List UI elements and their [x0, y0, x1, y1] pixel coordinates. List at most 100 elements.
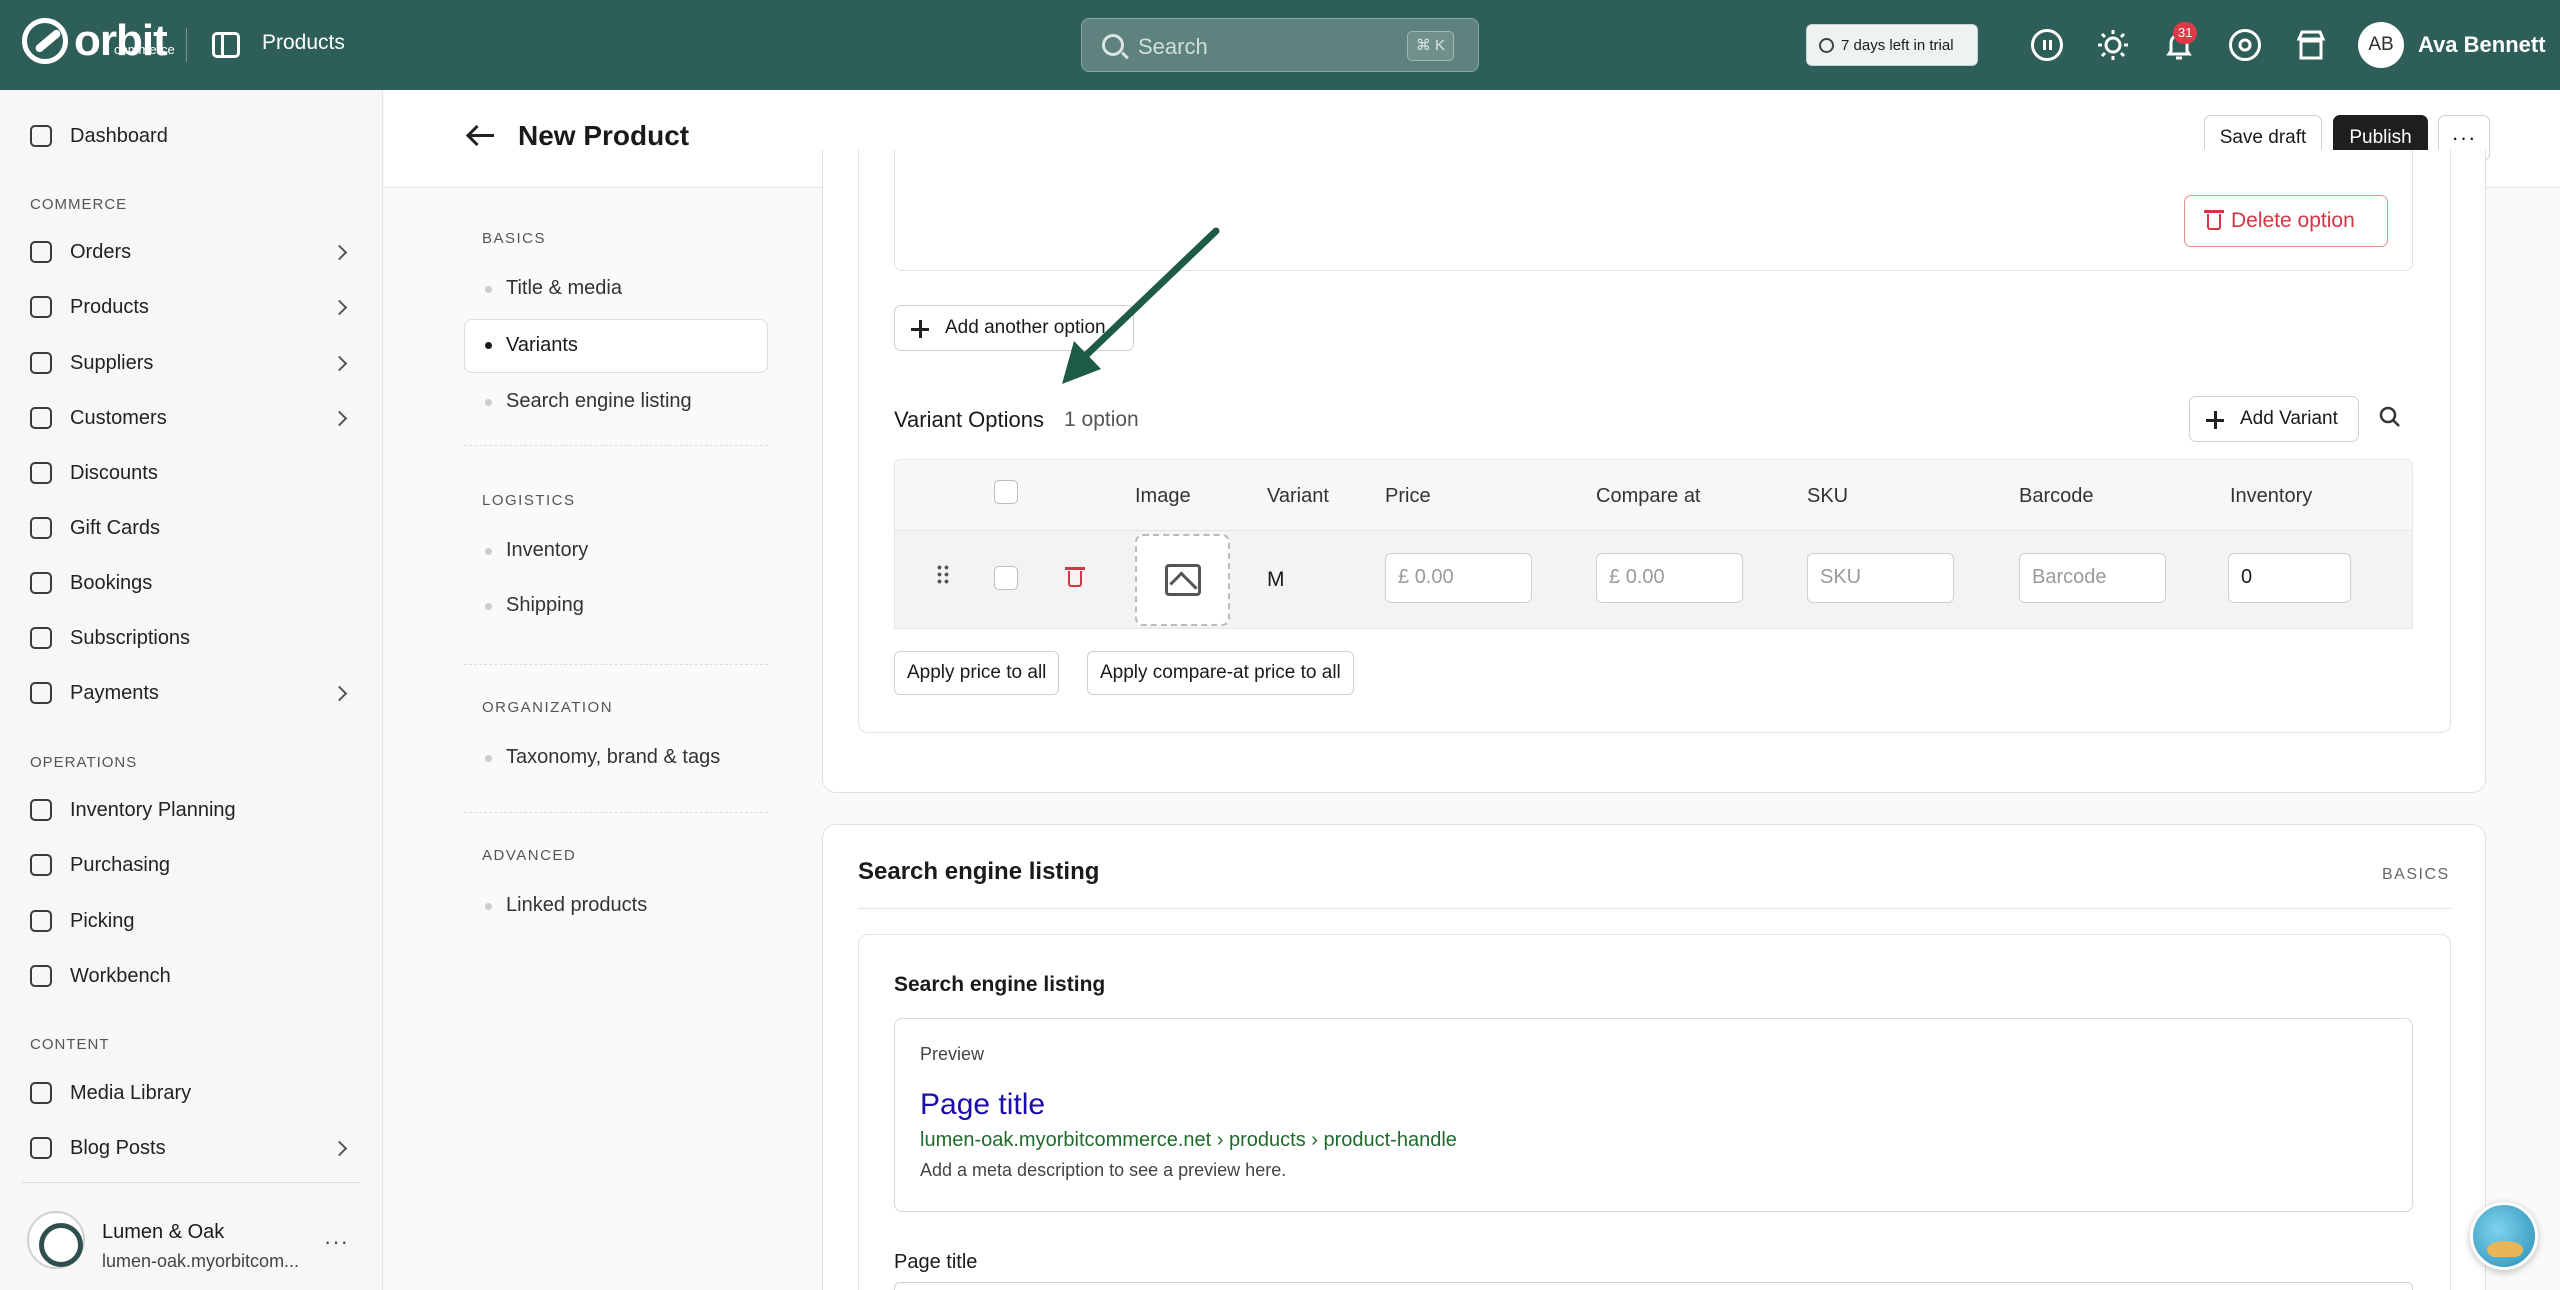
- variant-name: M: [1267, 568, 1285, 591]
- chevron-right-icon: [331, 1140, 348, 1156]
- currency-symbol: £: [1398, 566, 1410, 588]
- section-nav-title-media[interactable]: Title & media: [506, 277, 622, 300]
- price-input[interactable]: £ 0.00: [1385, 553, 1532, 603]
- page-title-input[interactable]: [894, 1282, 2413, 1290]
- orbit-logo[interactable]: orbit: [22, 18, 168, 64]
- ai-assistant-icon[interactable]: [2031, 29, 2063, 61]
- page-title: New Product: [518, 120, 690, 151]
- sku-input[interactable]: SKU: [1807, 553, 1954, 603]
- sidebar-item-label: Workbench: [70, 964, 171, 987]
- more-icon: ···: [2451, 125, 2477, 150]
- sidebar-item-discounts[interactable]: Discounts: [0, 448, 383, 498]
- delete-option-button[interactable]: Delete option: [2184, 195, 2388, 247]
- storefront-icon: [2296, 30, 2326, 60]
- trial-badge[interactable]: 7 days left in trial: [1806, 24, 1978, 66]
- plus-icon: [2206, 411, 2224, 429]
- workbench-icon: [30, 965, 52, 987]
- back-arrow-icon[interactable]: [470, 134, 494, 137]
- top-bar: orbit commerce Products Search ⌘ K 7 day…: [0, 0, 2560, 90]
- chevron-right-icon: [331, 410, 348, 426]
- store-icon[interactable]: [2295, 29, 2327, 61]
- sidebar-item-suppliers[interactable]: Suppliers: [0, 338, 383, 388]
- sidebar-item-workbench[interactable]: Workbench: [0, 951, 383, 1001]
- section-nav-inventory[interactable]: Inventory: [506, 539, 588, 562]
- store-url: lumen-oak.myorbitcom...: [102, 1251, 300, 1271]
- sidebar-item-label: Payments: [70, 681, 159, 704]
- sidebar-section-operations: OPERATIONS: [30, 754, 138, 771]
- apply-price-to-all-button[interactable]: Apply price to all: [894, 651, 1060, 695]
- sidebar-item-gift-cards[interactable]: Gift Cards: [0, 503, 383, 553]
- chat-widget-button[interactable]: [2470, 1202, 2538, 1270]
- chevron-right-icon: [331, 299, 348, 315]
- divider: [858, 908, 2451, 909]
- section-nav-variants[interactable]: Variants: [506, 334, 578, 357]
- seo-preview: Preview Page title lumen-oak.myorbitcomm…: [894, 1018, 2413, 1212]
- sidebar-item-bookings[interactable]: Bookings: [0, 558, 383, 608]
- chevron-right-icon: [331, 355, 348, 371]
- price-placeholder: 0.00: [1414, 566, 1454, 588]
- sidebar-item-label: Picking: [70, 909, 135, 932]
- sidebar-item-payments[interactable]: Payments: [0, 668, 383, 718]
- trash-icon: [2204, 210, 2224, 230]
- sidebar-item-label: Inventory Planning: [70, 798, 236, 821]
- column-header-inventory: Inventory: [2230, 485, 2313, 507]
- sidebar-item-label: Orders: [70, 240, 132, 263]
- row-checkbox[interactable]: [994, 566, 1018, 590]
- image-icon: [30, 1082, 52, 1104]
- sidebar-item-label: Customers: [70, 406, 167, 429]
- sidebar-item-subscriptions[interactable]: Subscriptions: [0, 613, 383, 663]
- sidebar-item-dashboard[interactable]: Dashboard: [0, 111, 383, 161]
- add-another-option-button[interactable]: Add another option: [894, 305, 1134, 351]
- apply-compare-at-to-all-button[interactable]: Apply compare-at price to all: [1087, 651, 1354, 695]
- search-input[interactable]: Search ⌘ K: [1081, 18, 1479, 72]
- sidebar-toggle-icon[interactable]: [212, 32, 240, 58]
- divider: [464, 445, 768, 446]
- add-variant-label: Add Variant: [2240, 408, 2338, 429]
- sidebar-item-label: Media Library: [70, 1081, 192, 1104]
- sidebar-item-label: Dashboard: [70, 124, 168, 147]
- section-nav-seo[interactable]: Search engine listing: [506, 390, 692, 413]
- currency-symbol: £: [1609, 566, 1621, 588]
- calendar-icon: [30, 572, 52, 594]
- avatar[interactable]: AB: [2358, 22, 2404, 68]
- section-nav-linked-products[interactable]: Linked products: [506, 894, 647, 917]
- section-nav-shipping[interactable]: Shipping: [506, 594, 584, 617]
- more-icon[interactable]: ···: [324, 1229, 349, 1255]
- preview-label: Preview: [920, 1044, 985, 1064]
- brand-subtitle: commerce: [114, 42, 175, 57]
- sidebar-item-media-library[interactable]: Media Library: [0, 1068, 383, 1118]
- dashboard-icon: [30, 125, 52, 147]
- user-name[interactable]: Ava Bennett: [2418, 32, 2546, 58]
- sidebar-item-label: Blog Posts: [70, 1136, 166, 1159]
- orbit-logo-icon: [22, 18, 68, 64]
- select-all-checkbox[interactable]: [994, 480, 1018, 504]
- search-icon: [2379, 406, 2400, 427]
- inventory-input[interactable]: 0: [2228, 553, 2351, 603]
- variants-table-header: Image Variant Price Compare at SKU Barco…: [894, 459, 2413, 531]
- sidebar-item-blog-posts[interactable]: Blog Posts: [0, 1123, 383, 1173]
- sidebar-item-purchasing[interactable]: Purchasing: [0, 840, 383, 890]
- delete-option-label: Delete option: [2231, 209, 2355, 232]
- add-variant-button[interactable]: Add Variant: [2189, 396, 2359, 442]
- sidebar-item-picking[interactable]: Picking: [0, 896, 383, 946]
- sidebar-item-orders[interactable]: Orders: [0, 227, 383, 277]
- theme-toggle-icon[interactable]: [2097, 29, 2129, 61]
- column-header-variant: Variant: [1267, 485, 1329, 507]
- barcode-input[interactable]: Barcode: [2019, 553, 2166, 603]
- help-icon[interactable]: [2229, 29, 2261, 61]
- variant-image-dropzone[interactable]: [1135, 534, 1230, 626]
- compare-at-input[interactable]: £ 0.00: [1596, 553, 1743, 603]
- section-nav-heading: LOGISTICS: [482, 492, 576, 509]
- subscriptions-icon: [30, 627, 52, 649]
- section-nav-taxonomy[interactable]: Taxonomy, brand & tags: [506, 746, 720, 769]
- sidebar-item-products[interactable]: Products: [0, 282, 383, 332]
- sidebar-item-inventory-planning[interactable]: Inventory Planning: [0, 785, 383, 835]
- sidebar-item-customers[interactable]: Customers: [0, 393, 383, 443]
- compare-at-placeholder: 0.00: [1625, 566, 1665, 588]
- store-switcher[interactable]: Lumen & Oak lumen-oak.myorbitcom... ···: [22, 1182, 360, 1290]
- breadcrumb-title: Products: [262, 31, 345, 54]
- drag-handle-icon[interactable]: [936, 564, 950, 584]
- sku-placeholder: SKU: [1820, 566, 1862, 588]
- variant-search-icon[interactable]: [2379, 406, 2401, 428]
- credit-card-icon: [30, 682, 52, 704]
